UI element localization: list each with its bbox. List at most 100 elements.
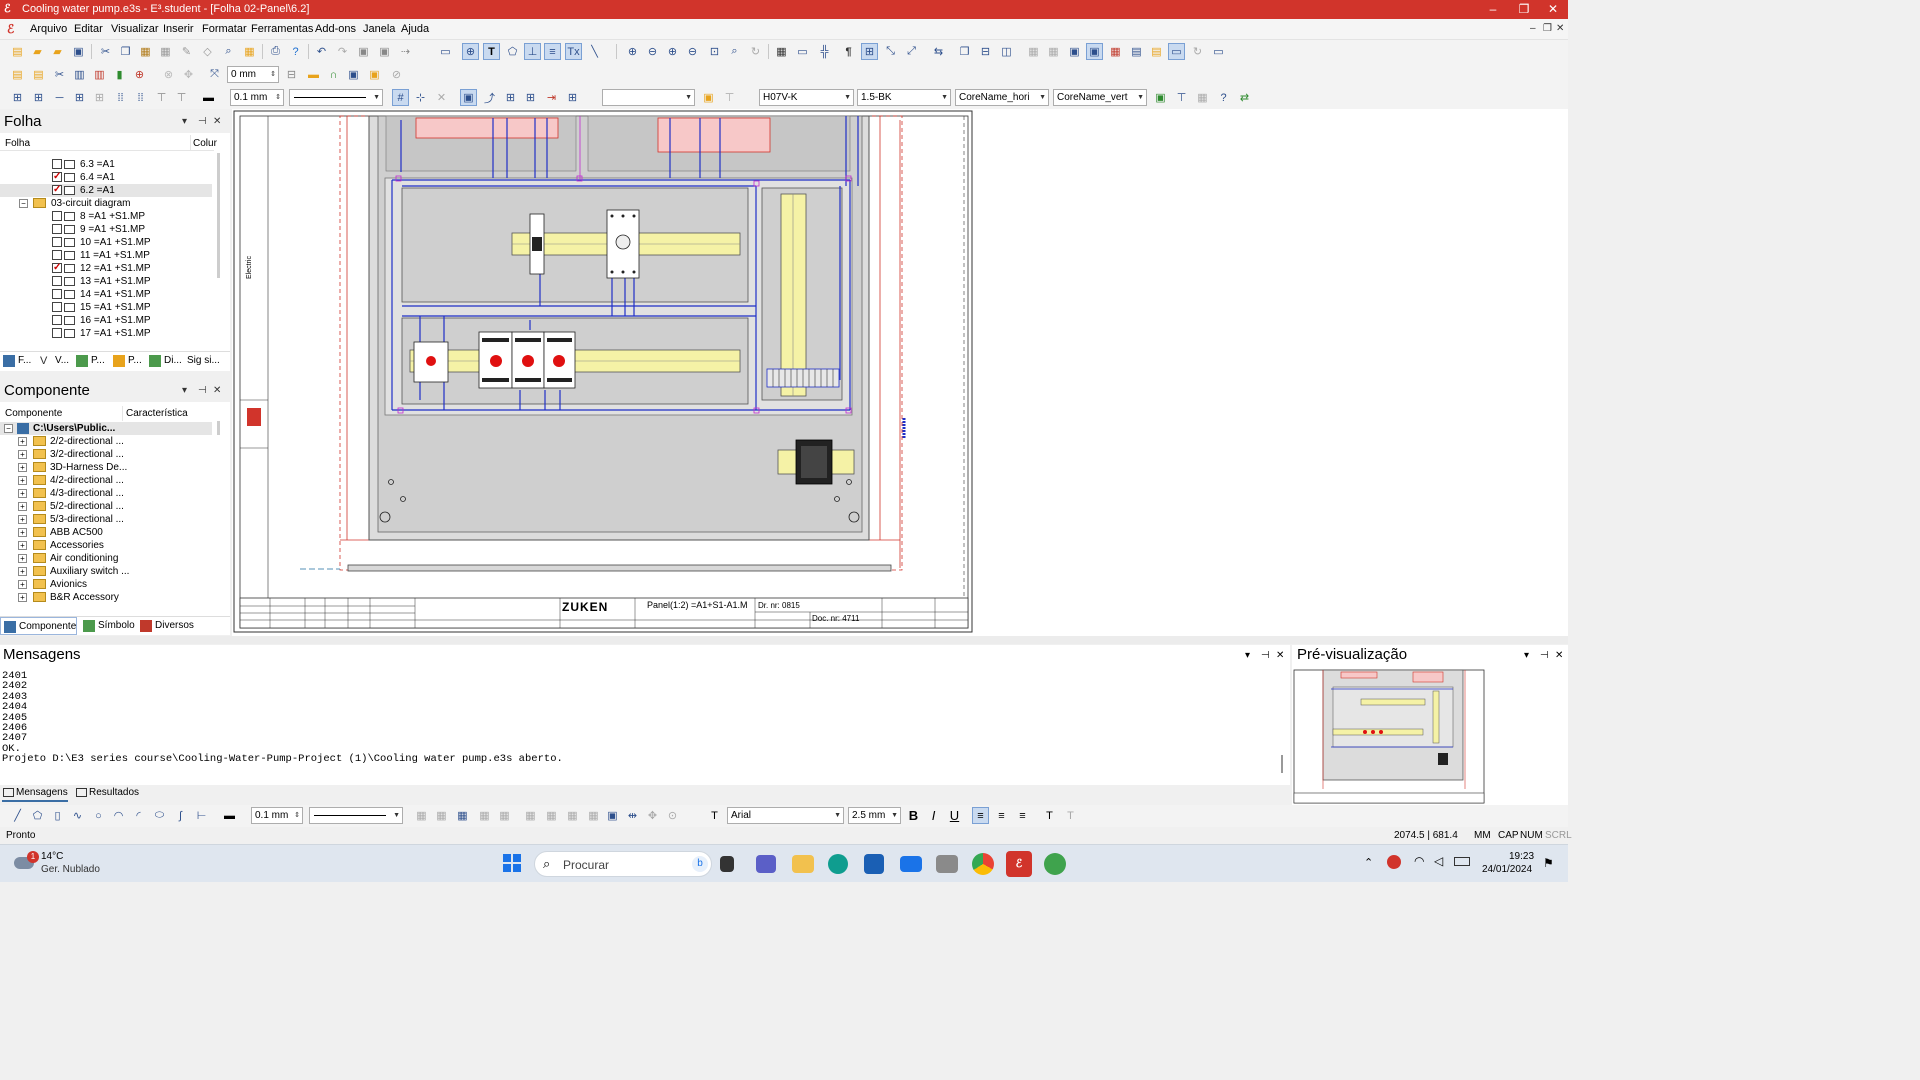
refresh-icon[interactable]: ↻ [747,43,764,60]
component-folder-item[interactable]: +4/2-directional ... [0,474,212,487]
tool-d-icon[interactable]: ▣ [1086,43,1103,60]
ellipse-draw-icon[interactable]: ⬭ [151,807,168,824]
line-tool-icon[interactable]: ╲ [586,43,603,60]
tool-aa-icon[interactable]: ⁞⁞ [132,89,149,106]
tool-ii-icon[interactable]: ⊞ [502,89,519,106]
e3-menu-icon[interactable]: ℰ [7,22,14,36]
chevron-down-icon[interactable]: ▼ [393,808,400,823]
sheet-item[interactable]: 6.4 =A1 [0,170,212,184]
new-file-icon[interactable]: ▤ [9,43,26,60]
wire-color-select[interactable]: 1.5-BK ▼ [857,89,951,106]
font-size-select[interactable]: 2.5 mm ▼ [848,807,901,824]
menu-janela[interactable]: Janela [363,23,395,35]
app-icon[interactable] [936,855,958,873]
menu-arquivo[interactable]: Arquivo [30,23,67,35]
tool-g-icon[interactable]: ▤ [1148,43,1165,60]
resize2-icon[interactable]: ⤢ [903,43,920,60]
chevron-down-icon[interactable]: ▼ [834,808,841,823]
sheet-item[interactable]: 8 =A1 +S1.MP [0,210,212,223]
polygon-icon[interactable]: ⬠ [504,43,521,60]
sheet-checkbox[interactable] [52,159,62,169]
line-color-icon[interactable]: ▬ [221,807,238,824]
redo-icon[interactable]: ↷ [334,43,351,60]
chevron-down-icon[interactable]: ▼ [1137,90,1144,105]
menu-ferramentas[interactable]: Ferramentas [251,23,313,35]
menu-editar[interactable]: Editar [74,23,103,35]
tool-mm-icon[interactable]: ▣ [700,89,717,106]
store-icon[interactable] [864,854,884,874]
tab-mensagens[interactable]: Mensagens [2,786,68,802]
picture-icon[interactable]: ▣ [604,807,621,824]
tab-variant[interactable]: V V... [37,352,69,370]
cut-icon[interactable]: ✂ [97,43,114,60]
zoom-minus-icon[interactable]: ⊖ [684,43,701,60]
clock-time[interactable]: 19:23 [1509,851,1534,862]
chevron-down-icon[interactable]: ▼ [941,90,948,105]
dimension-icon[interactable]: ⊢ [193,807,210,824]
sheet-item[interactable]: 14 =A1 +S1.MP [0,288,212,301]
arrange2-icon[interactable]: ▦ [476,807,493,824]
tool-a-icon[interactable]: ▦ [1025,43,1042,60]
arc2-draw-icon[interactable]: ◜ [130,807,147,824]
tool-b-icon[interactable]: ▦ [1045,43,1062,60]
menu-inserir[interactable]: Inserir [163,23,194,35]
tab-project[interactable]: P... [73,352,105,370]
tool-j-icon[interactable]: ▭ [1210,43,1227,60]
tool-ss-icon[interactable]: ⇄ [1236,89,1253,106]
component-folder-item[interactable]: + Accessories [0,539,212,552]
sheet-checkbox[interactable] [52,237,62,247]
folder-item[interactable]: − 03-circuit diagram [0,197,212,210]
component-folder-item[interactable]: + Air conditioning [0,552,212,565]
snap-grid-icon[interactable]: ⊕ [462,43,479,60]
circle-draw-icon[interactable]: ○ [90,807,107,824]
sheet-item[interactable]: 15 =A1 +S1.MP [0,301,212,314]
ungroup-icon[interactable]: ▦ [433,807,450,824]
tool-t-icon[interactable]: ▣ [366,66,383,83]
window-icon[interactable]: ▭ [437,43,454,60]
file-explorer-icon[interactable] [792,855,814,873]
close-button[interactable]: ✕ [1538,0,1568,19]
chevron-down-icon[interactable]: ▼ [685,90,692,105]
print-icon[interactable]: ⎙ [267,43,284,60]
panel-drawing[interactable] [232,109,1568,636]
sheet-icon[interactable]: ▤ [9,66,26,83]
sheet-item[interactable]: 9 =A1 +S1.MP [0,223,212,236]
text-icon[interactable]: T [706,807,723,824]
paste-icon[interactable]: ▦ [137,43,154,60]
view-icon[interactable]: ▭ [794,43,811,60]
scrollbar[interactable] [217,421,220,435]
menu-addons[interactable]: Add-ons [315,23,356,35]
tool-qq-icon[interactable]: ▦ [1194,89,1211,106]
zoom-out-icon[interactable]: ⊖ [644,43,661,60]
tool-m-icon[interactable]: ▥ [91,66,108,83]
drawing-canvas[interactable]: ZUKEN Panel(1:2) =A1+S1-A1.M Dr. nr: 081… [232,109,1568,636]
align-top-icon[interactable]: ▦ [564,807,581,824]
tool-e-icon[interactable]: ▦ [1107,43,1124,60]
align-text-center-icon[interactable]: ≡ [993,807,1010,824]
sheet-checkbox[interactable] [52,261,62,274]
polygon-draw-icon[interactable]: ⬠ [29,807,46,824]
task-view-icon[interactable] [720,856,734,872]
tool-l-icon[interactable]: ▥ [71,66,88,83]
sheet-item[interactable]: 17 =A1 +S1.MP [0,327,212,340]
tool-i-icon[interactable]: ↻ [1189,43,1206,60]
tool-ff-icon[interactable]: ✕ [433,89,450,106]
pin-icon[interactable]: ⊣ [198,380,207,402]
close-icon[interactable]: ✕ [1555,650,1563,661]
restore-button[interactable]: ❐ [1509,0,1539,19]
preview-thumbnail[interactable] [1293,669,1487,805]
tool-o-icon[interactable]: ⊗ [160,66,177,83]
line-width-input[interactable]: 0.1 mm ⇕ [230,89,284,106]
help-icon[interactable]: ? [287,43,304,60]
align-right-icon[interactable]: ▦ [543,807,560,824]
split-h-icon[interactable]: ⊟ [977,43,994,60]
tool-f-icon[interactable]: ▤ [1128,43,1145,60]
tool-s-icon[interactable]: ▣ [345,66,362,83]
open-folder-icon[interactable]: ▰ [29,43,46,60]
tool-y-icon[interactable]: ⊞ [91,89,108,106]
align-left-icon[interactable]: ▦ [522,807,539,824]
globe-icon[interactable] [1044,853,1066,875]
tool-pp-icon[interactable]: ⊤ [1173,89,1190,106]
chevron-down-icon[interactable]: ▾ [182,380,187,402]
tool-kk-icon[interactable]: ⇥ [543,89,560,106]
